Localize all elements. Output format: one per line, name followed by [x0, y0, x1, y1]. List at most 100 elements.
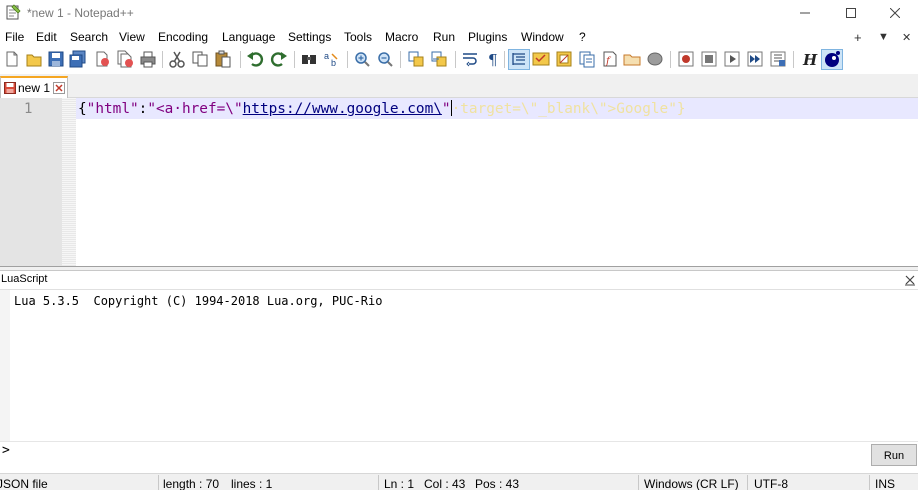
print-icon[interactable] — [139, 50, 157, 68]
menu-encoding[interactable]: Encoding — [158, 30, 208, 44]
menu-macro[interactable]: Macro — [385, 30, 418, 44]
tab-new-1[interactable]: new 1 — [0, 76, 68, 98]
doc-map-icon[interactable] — [555, 50, 573, 68]
playback-macro-icon[interactable] — [723, 50, 741, 68]
function-list-icon[interactable]: f — [601, 50, 619, 68]
stop-record-icon[interactable] — [700, 50, 718, 68]
lua-input-area[interactable]: > Run — [0, 441, 918, 466]
svg-text:a: a — [324, 51, 329, 61]
lua-panel-header: LuaScript — [0, 271, 918, 289]
maximize-icon — [846, 8, 856, 18]
unsaved-file-icon — [4, 82, 16, 94]
menu-view[interactable]: View — [119, 30, 145, 44]
toolbar-separator — [504, 51, 505, 68]
code-faint-tail: ·target=\"_blank\">Google"} — [451, 101, 686, 117]
menu-edit[interactable]: Edit — [36, 30, 57, 44]
folder-workspace-icon[interactable] — [623, 50, 641, 68]
undo-icon[interactable] — [246, 50, 264, 68]
toolbar: ab ¶ f H — [0, 48, 918, 72]
code-url-link[interactable]: https://www.google.com\ — [243, 101, 442, 117]
status-separator — [638, 475, 639, 490]
svg-text:H: H — [802, 51, 818, 68]
save-icon[interactable] — [47, 50, 65, 68]
menu-tools[interactable]: Tools — [344, 30, 372, 44]
copy-icon[interactable] — [191, 50, 209, 68]
sync-horizontal-icon[interactable] — [430, 50, 448, 68]
tab-close-icon[interactable] — [53, 82, 65, 94]
zoom-in-icon[interactable] — [353, 50, 371, 68]
doc-list-icon[interactable] — [578, 50, 596, 68]
status-separator — [158, 475, 159, 490]
run-macro-multiple-icon[interactable] — [746, 50, 764, 68]
menu-plugins[interactable]: Plugins — [468, 30, 507, 44]
sync-vertical-icon[interactable] — [407, 50, 425, 68]
replace-icon[interactable]: ab — [323, 50, 341, 68]
code-value-start: "<a·href=\" — [147, 101, 243, 117]
lua-prompt: > — [2, 443, 10, 458]
save-macro-icon[interactable] — [769, 50, 787, 68]
line-number-gutter: 1 — [0, 98, 62, 266]
toolbar-separator — [455, 51, 456, 68]
cut-icon[interactable] — [168, 50, 186, 68]
toolbar-separator — [294, 51, 295, 68]
svg-text:¶: ¶ — [488, 51, 498, 68]
lua-panel-close-icon[interactable] — [904, 274, 916, 286]
maximize-button[interactable] — [828, 0, 874, 26]
close-window-button[interactable] — [872, 0, 918, 26]
close-icon[interactable] — [93, 50, 111, 68]
title-bar: *new 1 - Notepad++ — [0, 0, 918, 26]
status-encoding[interactable]: UTF-8 — [754, 477, 788, 490]
menu-file[interactable]: File — [5, 30, 24, 44]
redo-icon[interactable] — [270, 50, 288, 68]
zoom-out-icon[interactable] — [376, 50, 394, 68]
toolbar-separator — [400, 51, 401, 68]
find-icon[interactable] — [300, 50, 318, 68]
udl-icon[interactable] — [532, 50, 550, 68]
line-number: 1 — [24, 101, 33, 117]
paste-icon[interactable] — [214, 50, 232, 68]
menu-help[interactable]: ? — [579, 30, 586, 44]
save-all-icon[interactable] — [69, 50, 87, 68]
status-separator — [747, 475, 748, 490]
code-key-string: "html" — [86, 101, 139, 117]
close-icon — [890, 8, 900, 18]
toolbar-separator — [793, 51, 794, 68]
tab-label: new 1 — [18, 81, 51, 95]
svg-text:b: b — [331, 58, 336, 68]
new-file-icon[interactable] — [3, 50, 21, 68]
status-bar: JSON file length : 70 lines : 1 Ln : 1 C… — [0, 473, 918, 490]
lua-output-area[interactable]: Lua 5.3.5 Copyright (C) 1994-2018 Lua.or… — [0, 289, 918, 441]
html-tag-icon[interactable]: H — [800, 50, 818, 68]
status-lines: lines : 1 — [231, 477, 273, 490]
tab-list-dropdown-button[interactable]: ▼ — [878, 31, 889, 43]
run-button[interactable]: Run — [871, 444, 917, 466]
toolbar-separator — [162, 51, 163, 68]
show-all-chars-icon[interactable]: ¶ — [484, 50, 502, 68]
monitoring-icon[interactable] — [646, 50, 664, 68]
lua-icon[interactable] — [823, 50, 841, 68]
minimize-button[interactable] — [782, 0, 828, 26]
close-tab-button[interactable]: ✕ — [902, 31, 911, 44]
window-title: *new 1 - Notepad++ — [27, 6, 134, 20]
status-insert-mode[interactable]: INS — [875, 477, 895, 490]
close-all-icon[interactable] — [116, 50, 134, 68]
status-length: length : 70 — [163, 477, 220, 490]
menu-language[interactable]: Language — [222, 30, 275, 44]
menu-run[interactable]: Run — [433, 30, 455, 44]
indent-guide-icon[interactable] — [510, 50, 528, 68]
record-macro-icon[interactable] — [677, 50, 695, 68]
toolbar-separator — [240, 51, 241, 68]
code-line[interactable]: {"html":"<a·href=\"https://www.google.co… — [78, 100, 686, 118]
open-file-icon[interactable] — [25, 50, 43, 68]
notepad-plus-plus-icon — [6, 4, 21, 20]
status-separator — [869, 475, 870, 490]
menu-search[interactable]: Search — [70, 30, 108, 44]
menu-settings[interactable]: Settings — [288, 30, 331, 44]
lua-output-margin — [0, 290, 10, 441]
menu-window[interactable]: Window — [521, 30, 564, 44]
status-separator — [378, 475, 379, 490]
status-eol[interactable]: Windows (CR LF) — [644, 477, 739, 490]
word-wrap-icon[interactable] — [461, 50, 479, 68]
editor-pane[interactable]: 1 {"html":"<a·href=\"https://www.google.… — [0, 98, 918, 266]
new-tab-plus-button[interactable]: + — [854, 30, 862, 45]
